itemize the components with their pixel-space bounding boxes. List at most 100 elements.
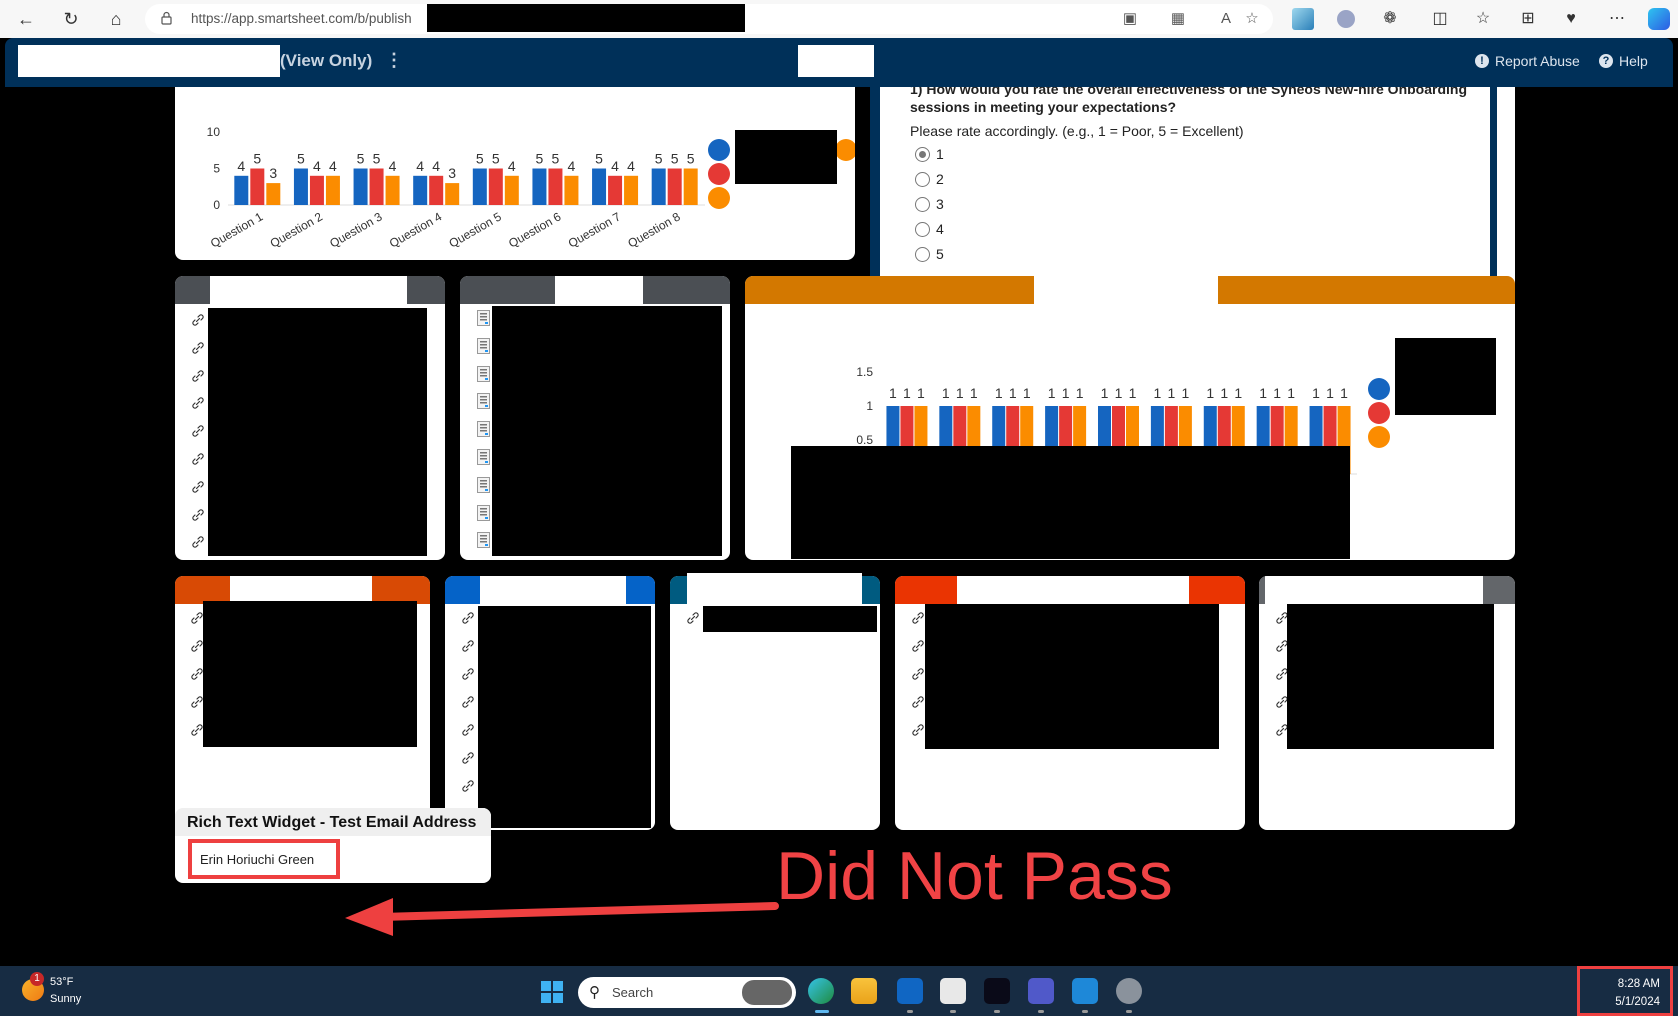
link-icon[interactable] <box>190 423 206 439</box>
address-bar[interactable]: https://app.smartsheet.com/b/publish ▣ ▦… <box>145 4 1273 34</box>
link-icon[interactable] <box>460 722 476 738</box>
outlook-icon[interactable] <box>897 978 923 1004</box>
radio-button[interactable] <box>915 221 930 237</box>
favorite-star-icon[interactable]: ☆ <box>1242 9 1262 29</box>
bar[interactable] <box>309 175 324 205</box>
link-icon[interactable] <box>460 610 476 626</box>
link-icon[interactable] <box>910 722 926 738</box>
snagit-icon[interactable] <box>1072 978 1098 1004</box>
sheet-icon[interactable] <box>477 337 490 354</box>
split-screen-icon[interactable]: ◫ <box>1429 8 1451 30</box>
sheet-icon[interactable] <box>477 393 490 410</box>
bar[interactable] <box>385 175 400 205</box>
teams-icon[interactable] <box>1028 978 1054 1004</box>
browser-health-icon[interactable]: ♥ <box>1560 8 1582 30</box>
radio-button[interactable] <box>915 171 930 187</box>
link-icon[interactable] <box>460 694 476 710</box>
start-button[interactable] <box>541 981 563 1003</box>
bar[interactable] <box>413 175 428 205</box>
apps-icon[interactable]: ▦ <box>1168 9 1188 29</box>
sheet-icon[interactable] <box>477 310 490 326</box>
bar[interactable] <box>325 175 340 205</box>
more-options-icon[interactable]: ⋮ <box>385 50 403 71</box>
link-icon[interactable] <box>685 610 701 626</box>
link-icon[interactable] <box>190 340 206 356</box>
link-icon[interactable] <box>910 666 926 682</box>
bar[interactable] <box>472 168 487 206</box>
read-aloud-icon[interactable]: A <box>1216 9 1236 29</box>
legend-swatch[interactable] <box>708 163 730 185</box>
more-icon[interactable]: ⋯ <box>1606 8 1628 30</box>
bar[interactable] <box>266 183 281 205</box>
bar[interactable] <box>608 175 623 205</box>
webex-icon[interactable] <box>984 978 1010 1004</box>
smartsheet-extension-icon[interactable] <box>1292 8 1314 30</box>
link-icon[interactable] <box>910 638 926 654</box>
bar[interactable] <box>250 168 265 206</box>
legend-swatch[interactable] <box>835 139 855 161</box>
link-icon[interactable] <box>460 750 476 766</box>
bar[interactable] <box>353 168 368 206</box>
bar[interactable] <box>445 183 460 205</box>
settings-icon[interactable] <box>1116 978 1142 1004</box>
bar[interactable] <box>624 175 639 205</box>
edge-icon[interactable] <box>808 978 834 1004</box>
bar[interactable] <box>429 175 444 205</box>
sheet-icon[interactable] <box>477 365 490 382</box>
link-icon[interactable] <box>190 368 206 384</box>
rating-option-4[interactable]: 4 <box>915 221 944 237</box>
sheet-icon[interactable] <box>477 421 490 438</box>
collections-icon[interactable]: ⊞ <box>1517 8 1539 30</box>
bar[interactable] <box>369 168 384 206</box>
bar[interactable] <box>504 175 519 205</box>
bar[interactable] <box>651 168 666 206</box>
radio-button[interactable] <box>915 246 930 262</box>
clock-highlight[interactable]: 8:28 AM 5/1/2024 <box>1577 966 1673 1016</box>
radio-button[interactable] <box>915 196 930 212</box>
legend-swatch[interactable] <box>1368 426 1390 448</box>
link-icon[interactable] <box>190 312 206 328</box>
sheet-icon[interactable] <box>477 532 490 549</box>
link-icon[interactable] <box>460 638 476 654</box>
taskbar-search[interactable]: ⚲ Search <box>578 977 796 1008</box>
file-explorer-icon[interactable] <box>851 978 877 1004</box>
link-icon[interactable] <box>190 479 206 495</box>
bar[interactable] <box>564 175 579 205</box>
sheet-icon[interactable] <box>477 449 490 465</box>
link-icon[interactable] <box>910 610 926 626</box>
radio-button[interactable] <box>915 146 930 162</box>
bar[interactable] <box>667 168 682 206</box>
help-link[interactable]: ? Help <box>1599 53 1648 69</box>
bar[interactable] <box>683 168 698 206</box>
link-icon[interactable] <box>190 507 206 523</box>
link-icon[interactable] <box>460 666 476 682</box>
sheet-icon[interactable] <box>477 504 490 521</box>
snipping-tool-icon[interactable] <box>940 978 966 1004</box>
link-icon[interactable] <box>910 694 926 710</box>
report-abuse-link[interactable]: ! Report Abuse <box>1475 53 1580 69</box>
copilot-icon[interactable] <box>1648 8 1670 30</box>
link-icon[interactable] <box>460 778 476 794</box>
bar[interactable] <box>293 168 308 206</box>
link-icon[interactable] <box>190 395 206 411</box>
rating-option-2[interactable]: 2 <box>915 171 944 187</box>
home-icon[interactable]: ⌂ <box>104 7 128 31</box>
sheet-icon[interactable] <box>477 476 490 493</box>
legend-swatch[interactable] <box>708 139 730 161</box>
bar[interactable] <box>234 175 249 205</box>
bar[interactable] <box>592 168 607 206</box>
rating-option-3[interactable]: 3 <box>915 196 944 212</box>
refresh-icon[interactable]: ↻ <box>59 7 83 31</box>
link-icon[interactable] <box>190 451 206 467</box>
bar[interactable] <box>488 168 503 206</box>
extensions-puzzle-icon[interactable]: ❁ <box>1379 8 1401 30</box>
bar[interactable] <box>532 168 547 206</box>
back-arrow-icon[interactable]: ← <box>14 7 38 31</box>
link-icon[interactable] <box>190 534 206 550</box>
legend-swatch[interactable] <box>1368 378 1390 400</box>
rating-option-1[interactable]: 1 <box>915 146 944 162</box>
rating-option-5[interactable]: 5 <box>915 246 944 262</box>
profile-extension-icon[interactable] <box>1337 10 1355 28</box>
bar[interactable] <box>548 168 563 206</box>
device-icon[interactable]: ▣ <box>1120 9 1140 29</box>
